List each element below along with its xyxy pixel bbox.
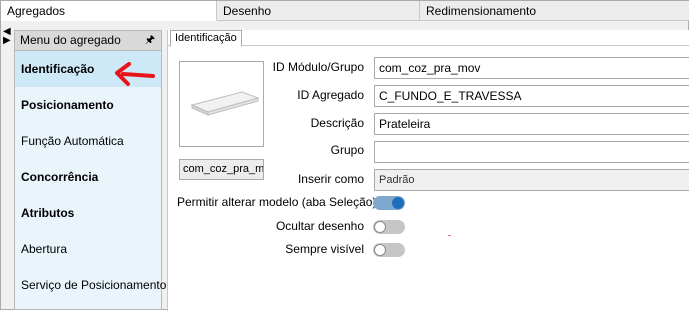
menu-item-posicionamento[interactable]: Posicionamento xyxy=(15,87,161,123)
inserir-como-label: Inserir como xyxy=(297,172,364,186)
panel-collapse-toggle[interactable]: ◀ ▶ xyxy=(3,27,13,46)
arrow-right-icon: ▶ xyxy=(3,35,11,46)
tab-redimensionamento[interactable]: Redimensionamento xyxy=(420,1,689,21)
tab-desenho-label: Desenho xyxy=(223,4,272,18)
grupo-label: Grupo xyxy=(330,143,364,157)
descricao-field[interactable]: Prateleira xyxy=(374,113,689,135)
id-modulo-label: ID Módulo/Grupo xyxy=(272,60,364,74)
sempre-visivel-label: Sempre visível xyxy=(285,242,364,256)
stray-mark xyxy=(448,235,451,236)
tab-redimensionamento-label: Redimensionamento xyxy=(426,4,537,18)
annotation-arrow-icon xyxy=(115,62,155,86)
menu-item-abertura[interactable]: Abertura xyxy=(15,231,161,267)
tab-desenho[interactable]: Desenho xyxy=(217,1,420,21)
preview-name-button[interactable]: com_coz_pra_mov xyxy=(179,159,264,180)
menu-title: Menu do agregado xyxy=(20,33,121,47)
top-tab-bar: Agregados Desenho Redimensionamento xyxy=(1,1,689,21)
menu-item-atributos[interactable]: Atributos xyxy=(15,195,161,231)
grupo-field[interactable] xyxy=(374,141,689,163)
toggle-knob xyxy=(374,244,386,256)
shelf-thumbnail-icon xyxy=(190,91,260,116)
subtab-identificacao[interactable]: Identificação xyxy=(170,30,242,47)
tab-agregados[interactable]: Agregados xyxy=(1,1,217,21)
permitir-alterar-toggle[interactable] xyxy=(373,196,405,210)
model-preview xyxy=(179,61,264,147)
menu-item-list: Identificação Posicionamento Função Auto… xyxy=(15,51,166,309)
toggle-knob xyxy=(374,221,386,233)
ocultar-desenho-toggle[interactable] xyxy=(373,220,405,234)
toggle-knob xyxy=(392,197,404,209)
menu-item-funcao-automatica[interactable]: Função Automática xyxy=(15,123,161,159)
subtab-bar: Identificação xyxy=(168,30,689,47)
inserir-como-select[interactable]: Padrão xyxy=(374,169,689,191)
tab-agregados-label: Agregados xyxy=(7,4,66,18)
menu-item-servico-posicionamento[interactable]: Serviço de Posicionamento xyxy=(15,267,166,303)
descricao-label: Descrição xyxy=(310,116,364,130)
sempre-visivel-toggle[interactable] xyxy=(373,243,405,257)
id-modulo-field[interactable]: com_coz_pra_mov xyxy=(374,57,689,79)
menu-header: Menu do agregado 🖈︎ xyxy=(15,31,161,51)
ocultar-desenho-label: Ocultar desenho xyxy=(275,219,364,233)
permitir-alterar-label: Permitir alterar modelo (aba Seleção) xyxy=(177,195,377,209)
menu-item-concorrencia[interactable]: Concorrência xyxy=(15,159,161,195)
id-agregado-field[interactable]: C_FUNDO_E_TRAVESSA xyxy=(374,85,689,107)
id-agregado-label: ID Agregado xyxy=(297,88,364,102)
aggregate-editor-window: Agregados Desenho Redimensionamento ◀ ▶ … xyxy=(0,0,689,311)
pin-icon[interactable]: 🖈︎ xyxy=(145,31,155,50)
identification-content: Identificação com_coz_pra_mov ID Módulo/… xyxy=(167,30,689,311)
